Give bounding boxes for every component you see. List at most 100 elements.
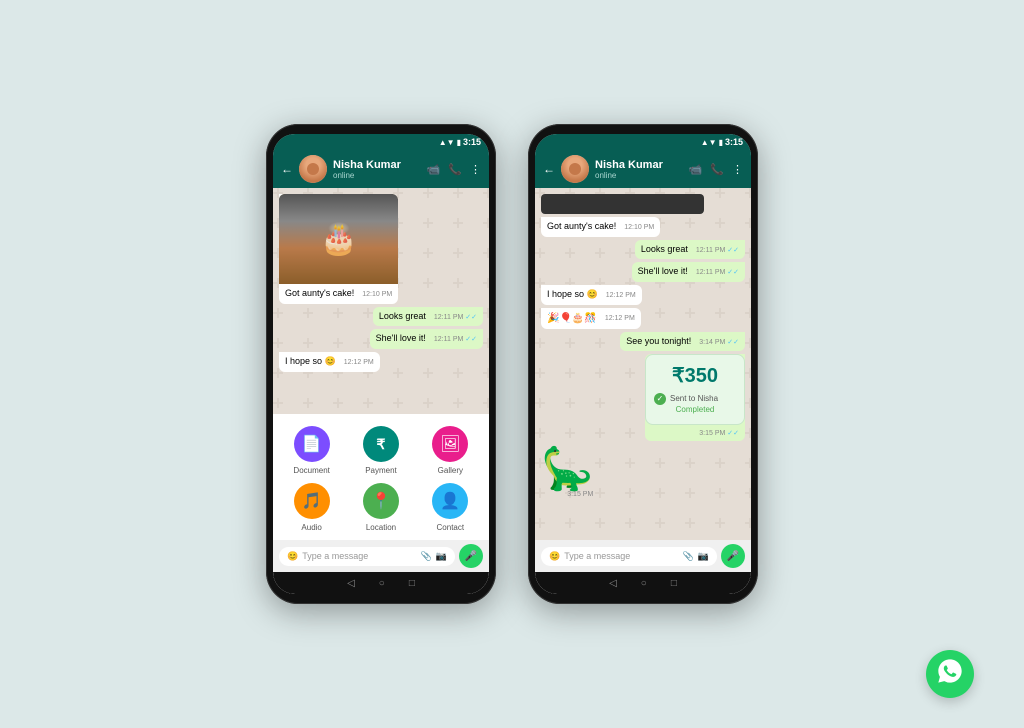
location-icon: 📍	[363, 483, 399, 519]
message-looks-great-2: Looks great 12:11 PM ✓✓	[635, 240, 745, 260]
ticks-lg: ✓✓	[727, 247, 739, 254]
chat-background-2: Got aunty's cake! 12:10 PM Looks great 1…	[535, 188, 751, 540]
camera-icon-2[interactable]: 📷	[698, 551, 709, 562]
emoji-icon-2[interactable]: 😊	[549, 551, 560, 562]
attach-document[interactable]: 📄 Document	[281, 426, 342, 475]
whatsapp-icon	[936, 657, 964, 692]
payment-icon: ₹	[363, 426, 399, 462]
nav-bar-1: ◁ ○ □	[273, 572, 489, 594]
document-icon: 📄	[294, 426, 330, 462]
input-bar-1: 😊 Type a message 📎 📷 🎤	[273, 540, 489, 572]
header-info-1: Nisha Kumar online	[333, 159, 421, 180]
attach-contact[interactable]: 👤 Contact	[420, 483, 481, 532]
payment-check-icon: ✓	[654, 393, 666, 405]
location-label: Location	[366, 523, 396, 532]
message-cake-text: Got aunty's cake! 12:10 PM	[279, 284, 398, 304]
attach-location[interactable]: 📍 Location	[350, 483, 411, 532]
time-1: 3:15	[463, 137, 481, 147]
home-nav-2[interactable]: ○	[641, 578, 647, 589]
sticker-message: 🦕 3:15 PM	[541, 444, 593, 503]
chat-background-1: Got aunty's cake! 12:10 PM ↪ Looks great…	[273, 188, 489, 414]
msg-time-got-cake: 12:10 PM	[624, 223, 654, 232]
contact-name-2: Nisha Kumar	[595, 159, 683, 171]
cake-image	[279, 194, 398, 284]
dinosaur-sticker: 🦕	[541, 448, 593, 490]
gallery-icon: 🖼	[432, 426, 468, 462]
voice-call-icon-2[interactable]: 📞	[710, 163, 724, 176]
attach-icon-1[interactable]: 📎	[421, 551, 432, 562]
whatsapp-logo	[926, 650, 974, 698]
message-cake-image: Got aunty's cake! 12:10 PM ↪	[279, 194, 398, 304]
payment-sent-info: ✓ Sent to Nisha	[654, 393, 736, 405]
attach-gallery[interactable]: 🖼 Gallery	[420, 426, 481, 475]
msg-time-syt: 3:14 PM ✓✓	[699, 338, 739, 347]
image-thumbnail	[541, 194, 704, 214]
contact-icon: 👤	[432, 483, 468, 519]
input-placeholder-1: Type a message	[302, 551, 368, 561]
msg-time-emoji: 12:12 PM	[605, 314, 635, 323]
ticks-pay: ✓✓	[727, 430, 739, 437]
voice-call-icon[interactable]: 📞	[448, 163, 462, 176]
header-actions-1: 📹 📞 ⋮	[427, 163, 481, 176]
msg-time-2: 12:11 PM ✓✓	[434, 313, 477, 322]
signal-icon: ▲▼	[439, 138, 455, 147]
message-emoji: 🎉🎈🎂🎊 12:12 PM	[541, 308, 641, 329]
phone-1-screen: ▲▼ ▮ 3:15 ← Nisha Kumar online 📹 📞	[273, 134, 489, 594]
header-1: ← Nisha Kumar online 📹 📞 ⋮	[273, 150, 489, 188]
mic-button-2[interactable]: 🎤	[721, 544, 745, 568]
msg-time-hs: 12:12 PM	[606, 291, 636, 300]
status-icons-2: ▲▼ ▮ 3:15	[701, 137, 743, 147]
attachment-menu: 📄 Document ₹ Payment 🖼 Gallery 🎵 Audio 📍	[273, 414, 489, 540]
msg-time-4: 12:12 PM	[344, 358, 374, 367]
attach-payment[interactable]: ₹ Payment	[350, 426, 411, 475]
emoji-icon-1[interactable]: 😊	[287, 551, 298, 562]
more-options-icon-2[interactable]: ⋮	[732, 163, 743, 176]
ticks-syt: ✓✓	[727, 339, 739, 346]
back-nav-1[interactable]: ◁	[347, 578, 355, 589]
header-info-2: Nisha Kumar online	[595, 159, 683, 180]
video-call-icon[interactable]: 📹	[427, 163, 441, 176]
battery-icon: ▮	[457, 138, 461, 147]
status-icons-1: ▲▼ ▮ 3:15	[439, 137, 481, 147]
input-placeholder-2: Type a message	[564, 551, 630, 561]
recent-nav-1[interactable]: □	[409, 578, 415, 589]
recent-nav-2[interactable]: □	[671, 578, 677, 589]
message-see-tonight: See you tonight! 3:14 PM ✓✓	[620, 332, 745, 352]
phone-2-screen: ▲▼ ▮ 3:15 ← Nisha Kumar online 📹 📞	[535, 134, 751, 594]
msg-time-pay: 3:15 PM ✓✓	[699, 430, 739, 437]
contact-status-1: online	[333, 171, 421, 180]
home-nav-1[interactable]: ○	[379, 578, 385, 589]
attach-icon-2[interactable]: 📎	[683, 551, 694, 562]
ticks-li: ✓✓	[727, 269, 739, 276]
contact-name-1: Nisha Kumar	[333, 159, 421, 171]
signal-icon-2: ▲▼	[701, 138, 717, 147]
avatar-image-1	[299, 155, 327, 183]
msg-time-li: 12:11 PM ✓✓	[696, 268, 739, 277]
msg-time-lg: 12:11 PM ✓✓	[696, 246, 739, 255]
payment-amount: ₹350	[654, 363, 736, 389]
mic-button-1[interactable]: 🎤	[459, 544, 483, 568]
message-input-1[interactable]: 😊 Type a message 📎 📷	[279, 547, 455, 566]
status-bar-2: ▲▼ ▮ 3:15	[535, 134, 751, 150]
contact-label: Contact	[437, 523, 465, 532]
back-button-1[interactable]: ←	[281, 162, 293, 176]
input-bar-2: 😊 Type a message 📎 📷 🎤	[535, 540, 751, 572]
camera-icon-1[interactable]: 📷	[436, 551, 447, 562]
payment-completed-text: Completed	[654, 405, 736, 415]
attach-audio[interactable]: 🎵 Audio	[281, 483, 342, 532]
back-button-2[interactable]: ←	[543, 162, 555, 176]
video-call-icon-2[interactable]: 📹	[689, 163, 703, 176]
message-hope-so: I hope so 😊 12:12 PM	[279, 352, 380, 372]
phone-2: ▲▼ ▮ 3:15 ← Nisha Kumar online 📹 📞	[528, 124, 758, 604]
document-label: Document	[293, 466, 329, 475]
message-input-2[interactable]: 😊 Type a message 📎 📷	[541, 547, 717, 566]
msg-time-cake: 12:10 PM	[362, 290, 392, 299]
back-nav-2[interactable]: ◁	[609, 578, 617, 589]
header-actions-2: 📹 📞 ⋮	[689, 163, 743, 176]
more-options-icon[interactable]: ⋮	[470, 163, 481, 176]
message-looks-great: Looks great 12:11 PM ✓✓	[373, 307, 483, 327]
ticks-3: ✓✓	[465, 336, 477, 343]
message-love-it: She'll love it! 12:11 PM ✓✓	[370, 329, 483, 349]
avatar-2	[561, 155, 589, 183]
message-got-cake: Got aunty's cake! 12:10 PM	[541, 217, 660, 237]
